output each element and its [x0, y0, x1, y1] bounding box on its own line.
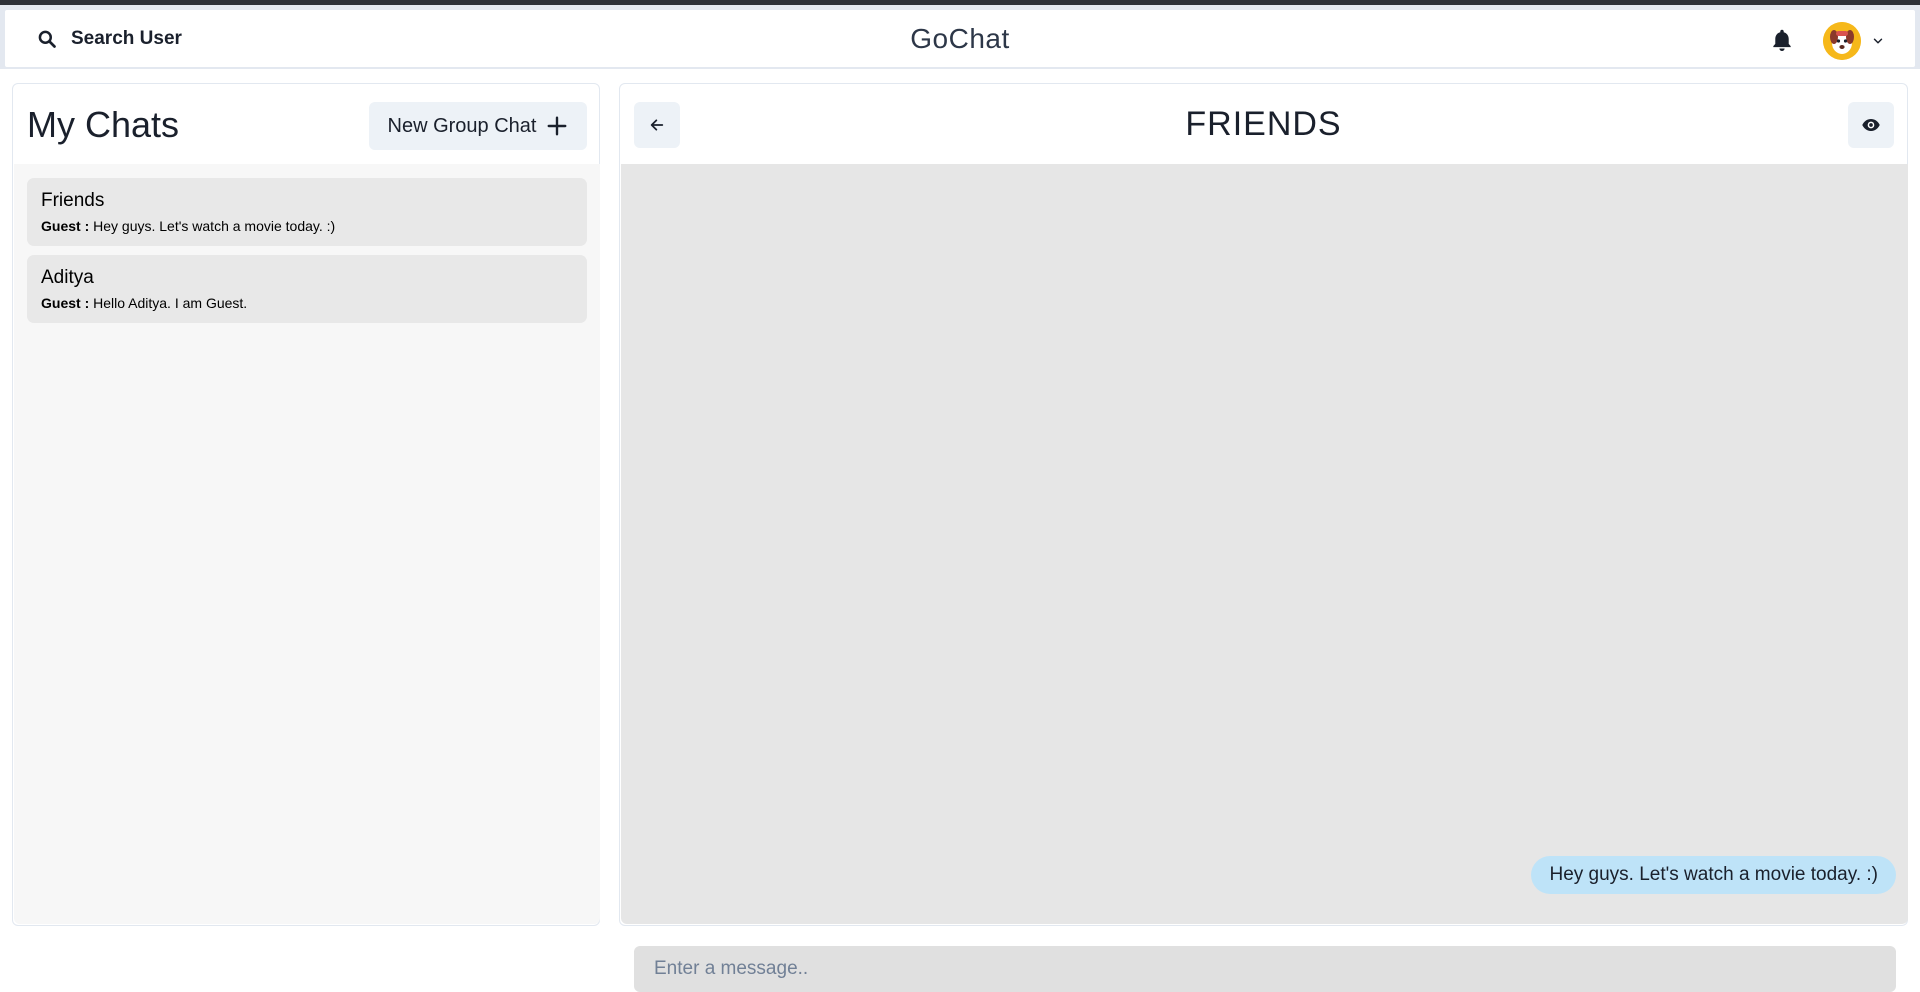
- chat-name: Friends: [41, 190, 105, 211]
- new-group-chat-label: New Group Chat: [387, 114, 537, 137]
- header-bar: Search User GoChat: [5, 10, 1915, 67]
- my-chats-title: My Chats: [27, 104, 180, 145]
- messages-area: Hey guys. Let's watch a movie today. :): [621, 164, 1908, 992]
- conversation-panel: FRIENDS Hey guys. Let's watch a movie to…: [619, 83, 1908, 992]
- message-input[interactable]: [634, 946, 1896, 992]
- bell-icon[interactable]: [1769, 27, 1795, 53]
- chat-list: Friends Guest : Hey guys. Let's watch a …: [14, 164, 600, 924]
- app-title: GoChat: [910, 23, 1010, 54]
- chat-last-message: Guest : Hello Aditya. I am Guest.: [41, 295, 247, 311]
- chat-last-sender: Guest :: [41, 218, 90, 234]
- chat-name: Aditya: [41, 267, 94, 288]
- conversation-title: FRIENDS: [1185, 105, 1342, 143]
- plus-icon: [548, 116, 567, 136]
- chat-last-sender: Guest :: [41, 295, 90, 311]
- message-bubble-own: Hey guys. Let's watch a movie today. :): [1531, 856, 1896, 894]
- new-group-chat-button[interactable]: New Group Chat: [369, 102, 587, 150]
- chat-list-item[interactable]: Friends Guest : Hey guys. Let's watch a …: [27, 178, 587, 246]
- view-details-button[interactable]: [1848, 102, 1894, 148]
- chat-last-message: Guest : Hey guys. Let's watch a movie to…: [41, 218, 335, 234]
- chat-list-item[interactable]: Aditya Guest : Hello Aditya. I am Guest.: [27, 255, 587, 323]
- chat-last-message-text: Hello Aditya. I am Guest.: [93, 295, 248, 311]
- chat-last-message-text: Hey guys. Let's watch a movie today. :): [93, 218, 336, 234]
- chevron-down-icon: [1873, 38, 1883, 44]
- eye-icon: [1862, 119, 1880, 131]
- profile-menu-button[interactable]: [1823, 22, 1885, 60]
- app-header: Search User GoChat: [0, 5, 1920, 69]
- avatar-icon: [1823, 22, 1861, 60]
- my-chats-panel: My Chats New Group Chat Friends Guest : …: [12, 83, 600, 926]
